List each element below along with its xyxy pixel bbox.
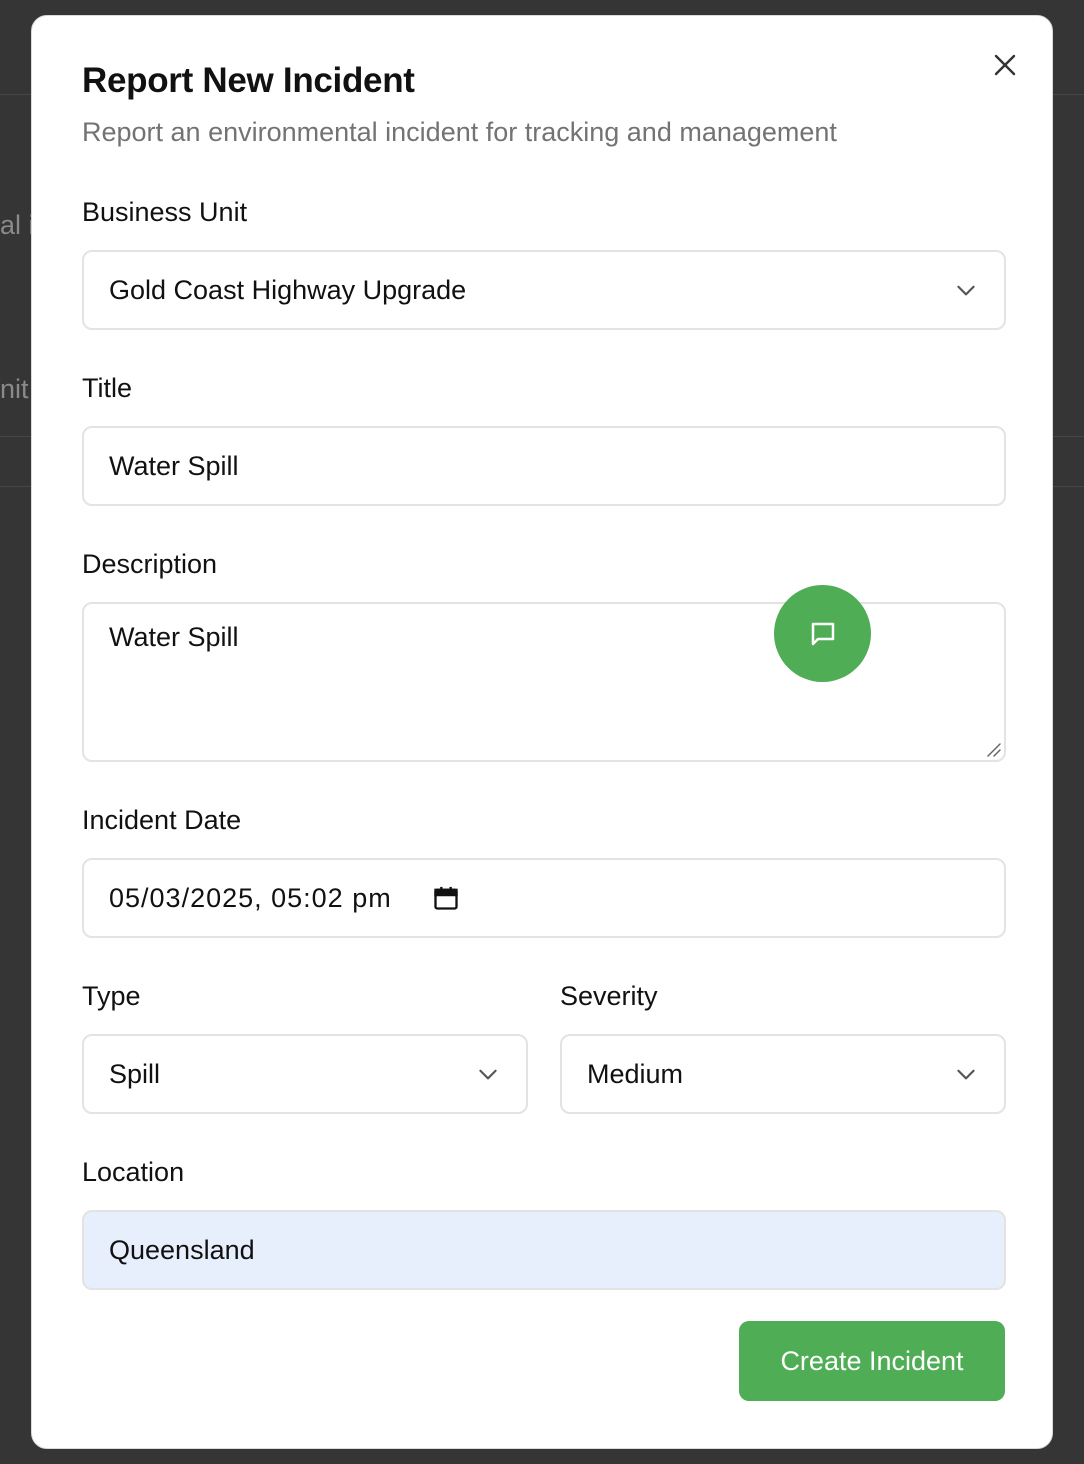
close-icon: [994, 54, 1016, 76]
incident-date-label: Incident Date: [82, 805, 242, 835]
chat-icon: [811, 622, 834, 645]
business-unit-select[interactable]: Gold Coast Highway Upgrade: [82, 250, 1006, 330]
location-input[interactable]: Queensland: [82, 1210, 1006, 1290]
chevron-down-icon: [957, 1069, 975, 1080]
resize-handle-icon[interactable]: [984, 740, 1002, 758]
background-partial-text: al i: [0, 210, 35, 240]
chevron-down-icon: [479, 1069, 497, 1080]
severity-label: Severity: [560, 981, 658, 1011]
title-value: Water Spill: [109, 450, 239, 481]
type-value: Spill: [109, 1058, 161, 1089]
description-label: Description: [82, 549, 218, 579]
severity-select[interactable]: Medium: [560, 1034, 1006, 1114]
business-unit-value: Gold Coast Highway Upgrade: [109, 274, 467, 305]
close-button[interactable]: [989, 49, 1021, 81]
incident-date-input[interactable]: 05/03/2025, 05:02 pm: [82, 858, 1006, 938]
background-partial-text: nit: [0, 374, 29, 404]
dialog-title: Report New Incident: [82, 61, 415, 100]
dialog-subtitle: Report an environmental incident for tra…: [82, 117, 837, 147]
chevron-down-icon: [957, 285, 975, 296]
severity-value: Medium: [587, 1058, 684, 1089]
title-label: Title: [82, 373, 133, 403]
title-input[interactable]: Water Spill: [82, 426, 1006, 506]
type-select[interactable]: Spill: [82, 1034, 528, 1114]
location-label: Location: [82, 1157, 185, 1187]
create-incident-button[interactable]: Create Incident: [739, 1321, 1005, 1401]
incident-date-value: 05/03/2025, 05:02 pm: [109, 882, 392, 913]
business-unit-label: Business Unit: [82, 197, 248, 227]
location-value: Queensland: [109, 1234, 255, 1265]
calendar-icon[interactable]: [432, 884, 460, 912]
report-incident-dialog: Report New Incident Report an environmen…: [31, 15, 1053, 1449]
type-label: Type: [82, 981, 141, 1011]
chat-button[interactable]: [774, 585, 871, 682]
